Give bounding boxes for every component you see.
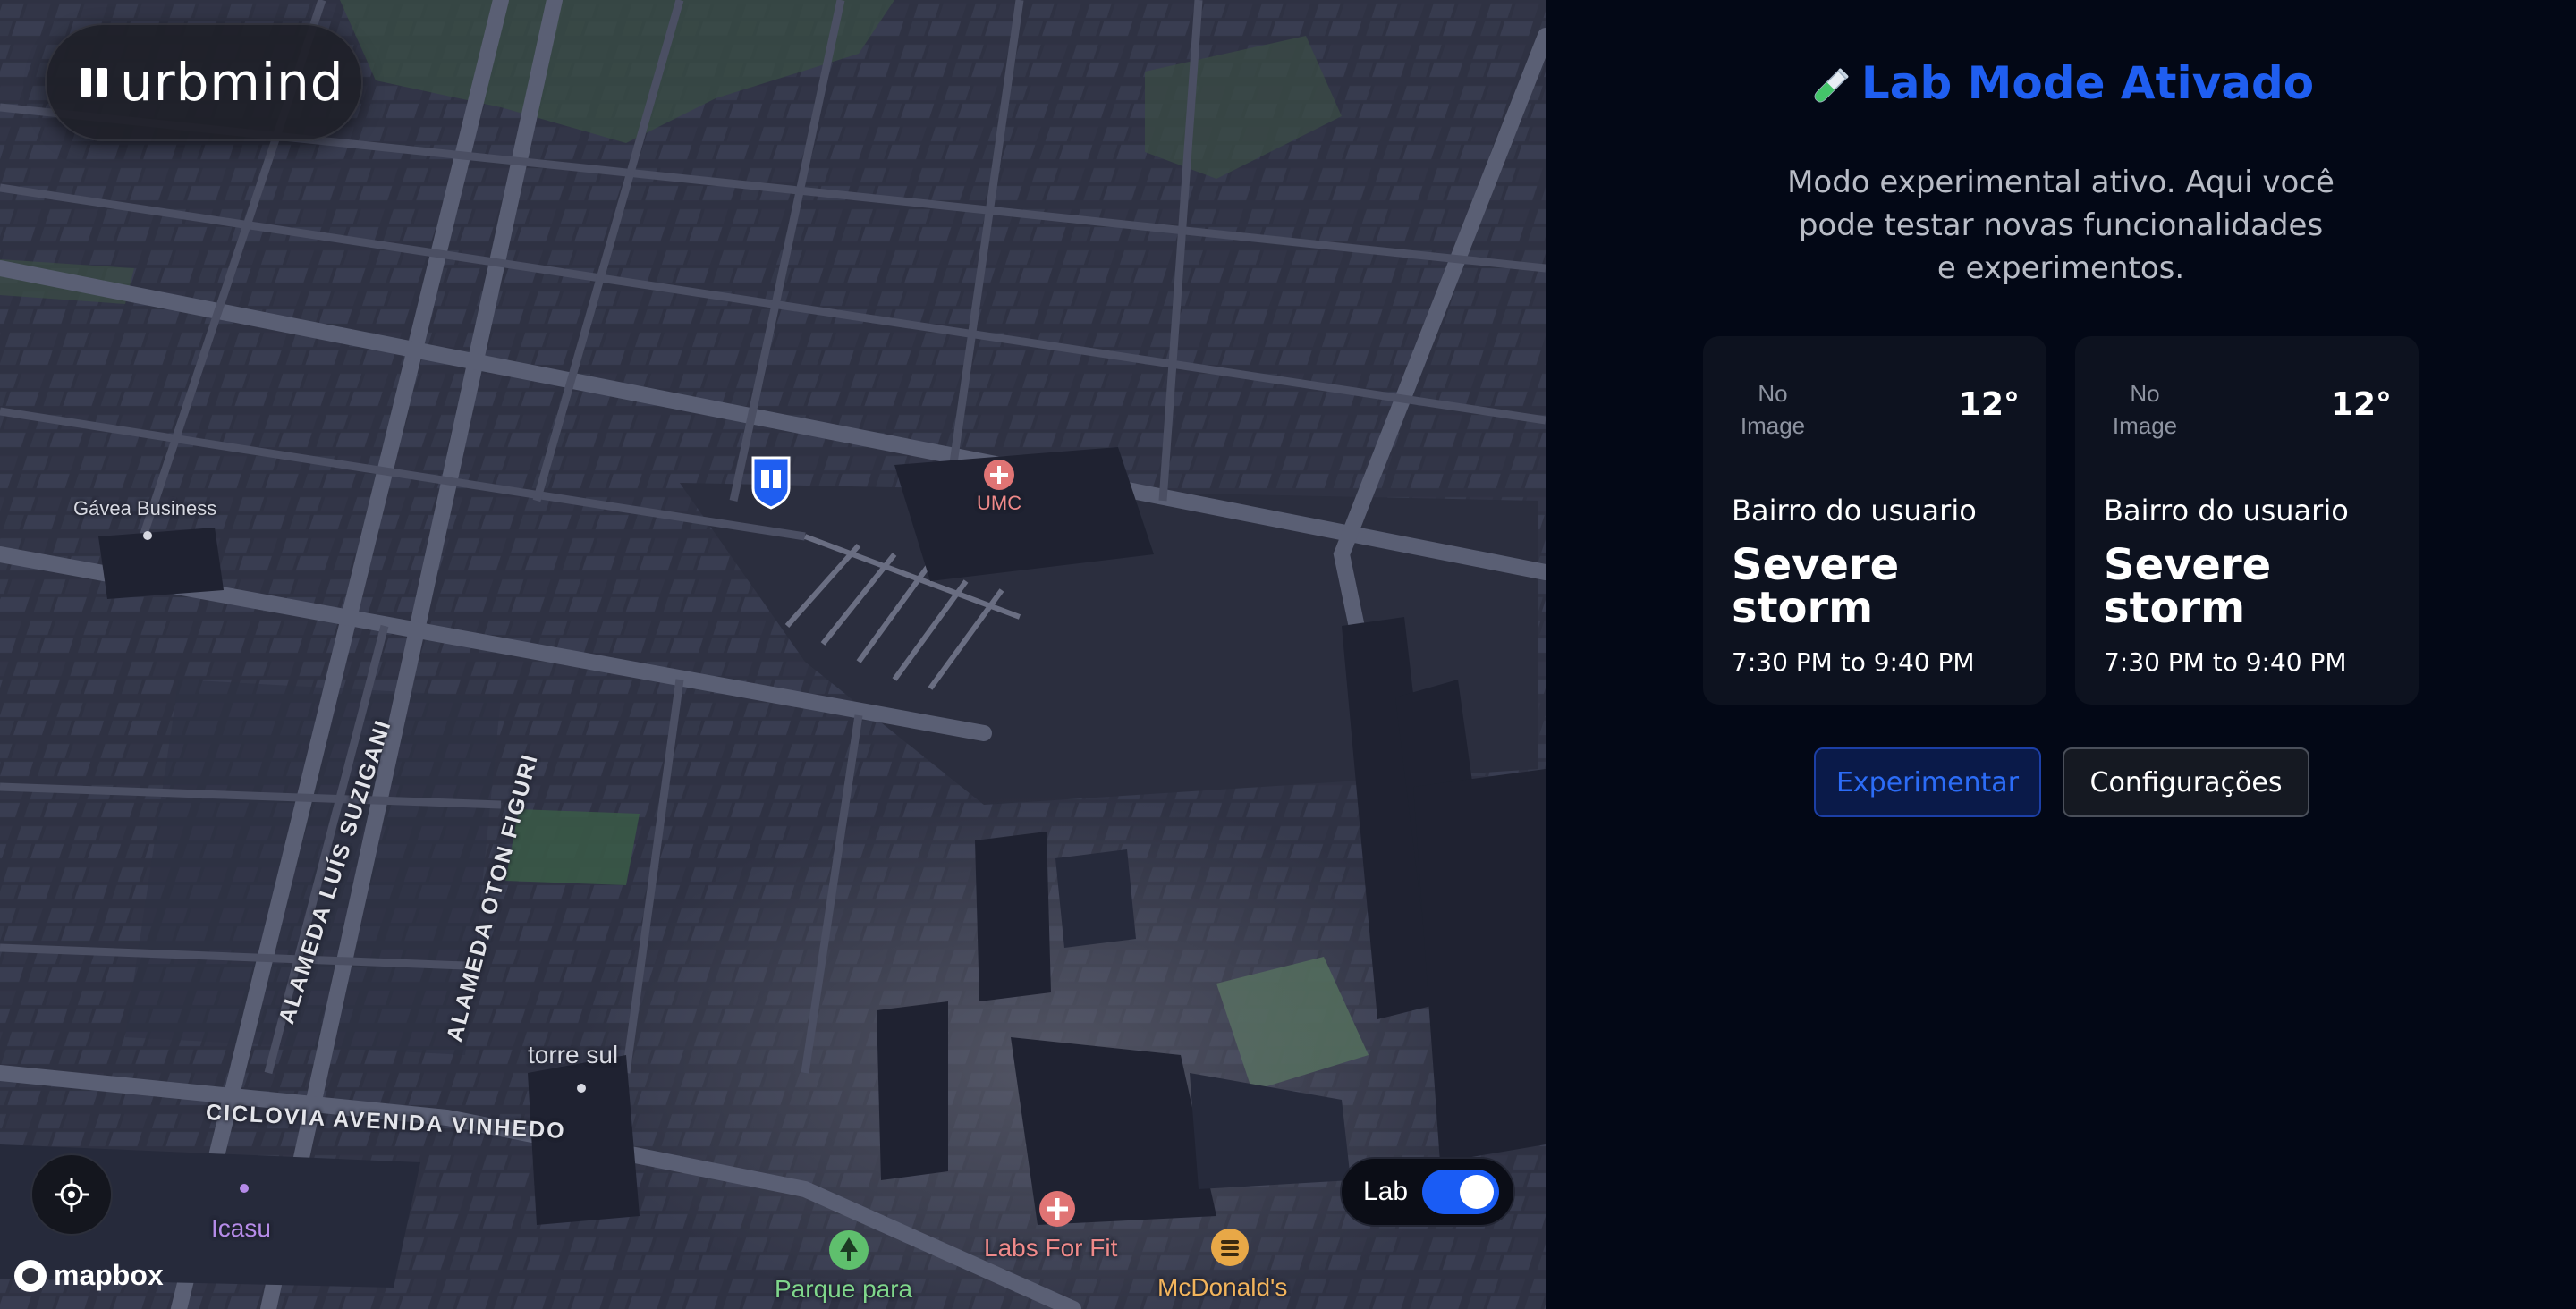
logo-text: urbmind [120,52,344,113]
temperature: 12° [1958,386,2020,423]
mapbox-attribution[interactable]: mapbox [14,1259,164,1292]
app-root: urbmind UMC Gávea Business torre sul Ica… [0,0,2576,1309]
urbmind-logo[interactable]: urbmind [45,23,363,141]
mapbox-logo-icon [14,1259,47,1292]
location-name: Bairro do usuario [1732,494,1977,528]
poi-label-parque[interactable]: Parque para [775,1275,912,1304]
toggle-knob [1460,1175,1495,1209]
crosshair-icon [55,1178,89,1212]
event-time: 7:30 PM to 9:40 PM [2104,647,2347,677]
place-label-icasu[interactable]: Icasu [211,1214,271,1243]
location-name: Bairro do usuario [2104,494,2349,528]
event-time: 7:30 PM to 9:40 PM [1732,647,1975,677]
lab-toggle-switch[interactable] [1422,1170,1500,1214]
weather-card[interactable]: No Image 12° Bairro do usuario Severe st… [1703,336,2046,705]
hospital-pin-icon[interactable] [1038,1189,1077,1232]
configuracoes-button[interactable]: Configurações [2063,747,2309,817]
poi-label-mcdonalds[interactable]: McDonald's [1157,1273,1287,1302]
poi-label-labs-for-fit[interactable]: Labs For Fit [984,1234,1117,1263]
panel-description: Modo experimental ativo. Aqui você pode … [1787,165,2334,286]
image-placeholder: No Image [1740,380,1806,439]
panel-title: Lab Mode Ativado [1546,57,2576,109]
experimentar-button[interactable]: Experimentar [1814,747,2041,817]
panel-title-text: Lab Mode Ativado [1860,57,2315,109]
mapbox-text: mapbox [54,1259,164,1291]
weather-card[interactable]: No Image 12° Bairro do usuario Severe st… [2075,336,2419,705]
logo-mark-icon [80,68,107,97]
place-label-torre-sul[interactable]: torre sul [528,1041,618,1069]
map-view[interactable]: urbmind UMC Gávea Business torre sul Ica… [0,0,1546,1309]
lab-panel: Lab Mode Ativado Modo experimental ativo… [1546,0,2576,1309]
panel-actions: Experimentar Configurações [1814,747,2309,817]
poi-label-umc[interactable]: UMC [977,492,1021,515]
image-placeholder: No Image [2112,380,2178,439]
restaurant-pin-icon[interactable] [1209,1227,1250,1271]
shield-pin-icon[interactable] [750,456,792,510]
temperature: 12° [2330,386,2392,423]
lab-toggle-label: Lab [1363,1177,1409,1206]
place-dot-icon [143,531,152,540]
test-tube-icon [1814,68,1849,102]
park-pin-icon[interactable] [827,1229,870,1275]
lab-mode-toggle[interactable]: Lab [1340,1157,1515,1227]
hospital-pin-icon[interactable] [982,458,1016,495]
locate-me-button[interactable] [30,1153,113,1236]
place-label-gavea[interactable]: Gávea Business [73,497,216,520]
weather-cards: No Image 12° Bairro do usuario Severe st… [1703,336,2419,705]
place-dot-icon [240,1184,249,1193]
place-dot-icon [577,1084,586,1093]
weather-event: Severe storm [2104,540,2272,633]
weather-event: Severe storm [1732,540,1900,633]
